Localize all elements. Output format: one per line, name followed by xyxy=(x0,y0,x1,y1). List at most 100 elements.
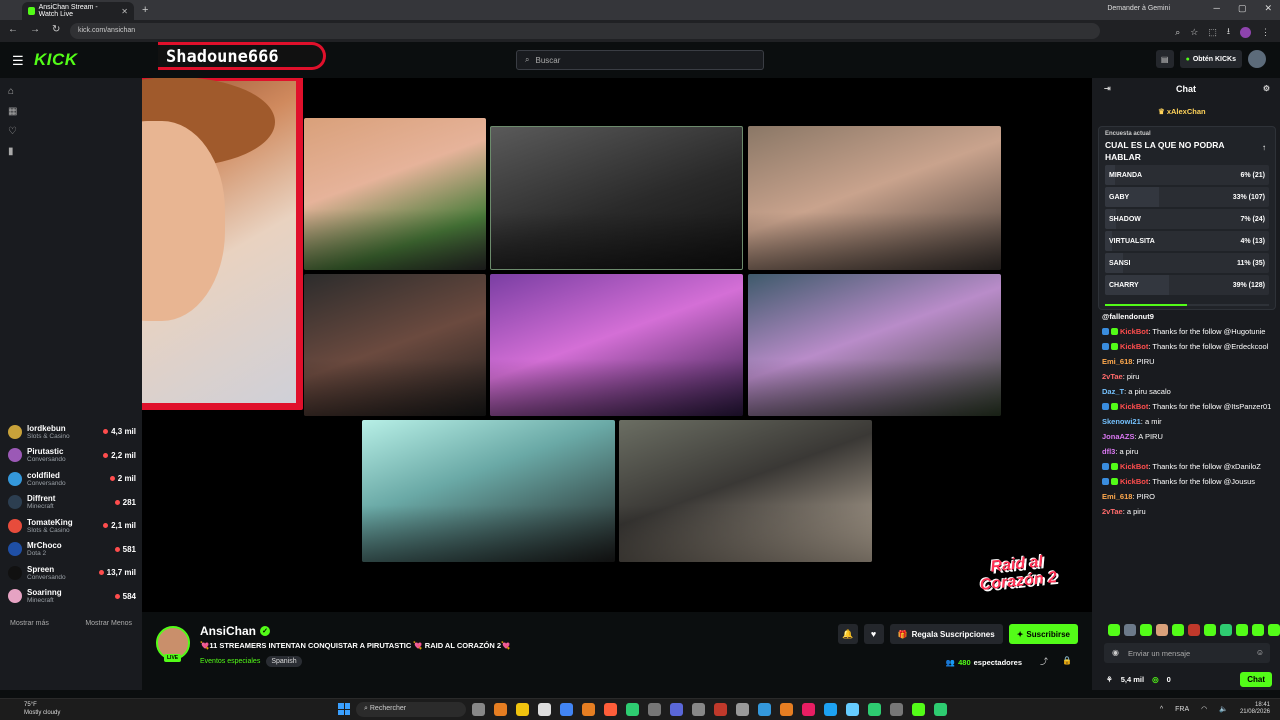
hamburger-menu-icon[interactable]: ☰ xyxy=(12,53,24,69)
close-window-icon[interactable]: ✕ xyxy=(1264,3,1272,14)
gemini-button[interactable]: Demander à Gemini xyxy=(1107,5,1170,12)
download-icon[interactable]: ⭳ xyxy=(1227,24,1230,40)
emote-icon[interactable] xyxy=(1140,624,1152,636)
emote-icon[interactable] xyxy=(1268,624,1280,636)
chat-username[interactable]: Emi_618 xyxy=(1102,357,1132,366)
sidebar-channel[interactable]: Spreen Conversando 13,7 mil xyxy=(8,561,136,585)
emoji-picker-icon[interactable]: ☺ xyxy=(1256,648,1264,657)
forward-icon[interactable]: → xyxy=(30,24,40,35)
taskbar-app-icon[interactable] xyxy=(472,703,485,716)
notification-bell-icon[interactable]: 🔔 xyxy=(837,624,858,644)
taskbar-app-icon[interactable] xyxy=(736,703,749,716)
emote-icon[interactable] xyxy=(1188,624,1200,636)
zoom-icon[interactable]: ⌕ xyxy=(1175,27,1180,38)
taskbar-app-icon[interactable] xyxy=(802,703,815,716)
chat-input[interactable]: ◉ Enviar un mensaje ☺ xyxy=(1104,643,1270,663)
show-more-link[interactable]: Mostrar más xyxy=(10,620,49,627)
chat-badge-icon[interactable]: ◉ xyxy=(1112,648,1119,657)
chat-username[interactable]: @fallendonut9 xyxy=(1102,312,1154,321)
emote-icon[interactable] xyxy=(1252,624,1264,636)
category-link[interactable]: Eventos especiales xyxy=(200,658,260,665)
sidebar-channel[interactable]: Pirutastic Conversando 2,2 mil xyxy=(8,444,136,468)
maximize-icon[interactable]: ▢ xyxy=(1238,3,1247,14)
taskbar-app-icon[interactable] xyxy=(846,703,859,716)
extensions-icon[interactable]: ⬚ xyxy=(1208,27,1217,38)
taskbar-app-icon[interactable] xyxy=(714,703,727,716)
sidebar-channel[interactable]: lordkebun Slots & Casino 4,3 mil xyxy=(8,420,136,444)
gift-subs-button[interactable]: 🎁 Regala Suscripciones xyxy=(889,624,1003,644)
taskbar-search[interactable]: ⌕ Rechercher xyxy=(356,702,466,717)
browse-icon[interactable]: ▦ xyxy=(8,106,17,117)
taskbar-app-icon[interactable] xyxy=(560,703,573,716)
close-tab-icon[interactable]: ✕ xyxy=(121,7,128,16)
url-field[interactable]: kick.com/ansichan xyxy=(70,23,1100,39)
poll-option[interactable]: SHADOW 7% (24) xyxy=(1105,209,1269,229)
taskbar-app-icon[interactable] xyxy=(648,703,661,716)
volume-icon[interactable]: 🔈 xyxy=(1219,705,1228,713)
send-chat-button[interactable]: Chat xyxy=(1240,672,1272,687)
chat-username[interactable]: KickBot xyxy=(1120,327,1148,336)
chat-username[interactable]: KickBot xyxy=(1120,342,1148,351)
taskbar-app-icon[interactable] xyxy=(538,703,551,716)
follow-heart-icon[interactable]: ♥ xyxy=(863,624,884,644)
emote-icon[interactable] xyxy=(1204,624,1216,636)
poll-option[interactable]: SANSI 11% (35) xyxy=(1105,253,1269,273)
poll-option[interactable]: GABY 33% (107) xyxy=(1105,187,1269,207)
chat-username[interactable]: JonaAZS xyxy=(1102,432,1135,441)
language-indicator[interactable]: FRA xyxy=(1175,706,1189,713)
sidebar-channel[interactable]: coldfiled Conversando 2 mil xyxy=(8,467,136,491)
emote-icon[interactable] xyxy=(1108,624,1120,636)
tray-chevron-icon[interactable]: ^ xyxy=(1160,706,1163,713)
kick-logo[interactable]: KICK xyxy=(34,50,78,70)
sidebar-channel[interactable]: TomateKing Slots & Casino 2,1 mil xyxy=(8,514,136,538)
taskbar-app-icon[interactable] xyxy=(868,703,881,716)
clips-icon[interactable]: ▮ xyxy=(8,146,17,157)
clock[interactable]: 18:41 21/08/2026 xyxy=(1240,702,1270,716)
taskbar-app-icon[interactable] xyxy=(516,703,529,716)
show-less-link[interactable]: Mostrar Menos xyxy=(85,620,132,627)
emote-icon[interactable] xyxy=(1124,624,1136,636)
chat-settings-icon[interactable]: ⚙ xyxy=(1263,84,1270,93)
chat-username[interactable]: KickBot xyxy=(1120,462,1148,471)
chat-username[interactable]: 2vTae xyxy=(1102,372,1123,381)
taskbar-app-icon[interactable] xyxy=(604,703,617,716)
taskbar-app-icon[interactable] xyxy=(692,703,705,716)
emote-icon[interactable] xyxy=(1220,624,1232,636)
taskbar-app-icon[interactable] xyxy=(494,703,507,716)
chat-username[interactable]: KickBot xyxy=(1120,402,1148,411)
taskbar-app-icon[interactable] xyxy=(780,703,793,716)
taskbar-app-icon[interactable] xyxy=(934,703,947,716)
new-tab-icon[interactable]: + xyxy=(142,4,148,16)
search-input[interactable]: ⌕ Buscar xyxy=(516,50,764,70)
subscribe-button[interactable]: ✦ Suscribirse xyxy=(1008,624,1078,644)
sidebar-channel[interactable]: Diffrent Minecraft 281 xyxy=(8,491,136,515)
taskbar-app-icon[interactable] xyxy=(626,703,639,716)
taskbar-app-icon[interactable] xyxy=(758,703,771,716)
browser-tab[interactable]: AnsiChan Stream - Watch Live ✕ xyxy=(22,2,134,20)
poll-option[interactable]: CHARRY 39% (128) xyxy=(1105,275,1269,295)
poll-option[interactable]: VIRTUALSITA 4% (13) xyxy=(1105,231,1269,251)
channel-name[interactable]: AnsiChan xyxy=(200,624,256,638)
bookmark-star-icon[interactable]: ☆ xyxy=(1190,27,1198,38)
home-icon[interactable]: ⌂ xyxy=(8,86,17,97)
language-tag[interactable]: Spanish xyxy=(266,656,302,667)
back-icon[interactable]: ← xyxy=(8,24,18,35)
dashboard-icon[interactable]: ▤ xyxy=(1155,50,1174,68)
get-kicks-button[interactable]: ● Obtén KICKs xyxy=(1179,50,1242,68)
chat-username[interactable]: Emi_618 xyxy=(1102,492,1132,501)
taskbar-app-icon[interactable] xyxy=(890,703,903,716)
chat-username[interactable]: Skenowi21 xyxy=(1102,417,1141,426)
taskbar-app-icon[interactable] xyxy=(912,703,925,716)
poll-option[interactable]: MIRANDA 6% (21) xyxy=(1105,165,1269,185)
chat-username[interactable]: KickBot xyxy=(1120,477,1148,486)
wifi-icon[interactable]: ◠ xyxy=(1201,705,1207,713)
taskbar-app-icon[interactable] xyxy=(670,703,683,716)
collapse-chat-icon[interactable]: ⇥ xyxy=(1104,84,1111,93)
profile-avatar[interactable] xyxy=(1240,26,1251,38)
weather-widget[interactable]: 75°F Mostly cloudy xyxy=(24,701,60,717)
chat-username[interactable]: 2vTae xyxy=(1102,507,1123,516)
sidebar-channel[interactable]: MrChoco Dota 2 581 xyxy=(8,538,136,562)
share-icon[interactable]: ⤴ xyxy=(1040,656,1048,667)
windows-start-icon[interactable] xyxy=(338,703,350,715)
lock-icon[interactable]: 🔒 xyxy=(1062,656,1072,667)
